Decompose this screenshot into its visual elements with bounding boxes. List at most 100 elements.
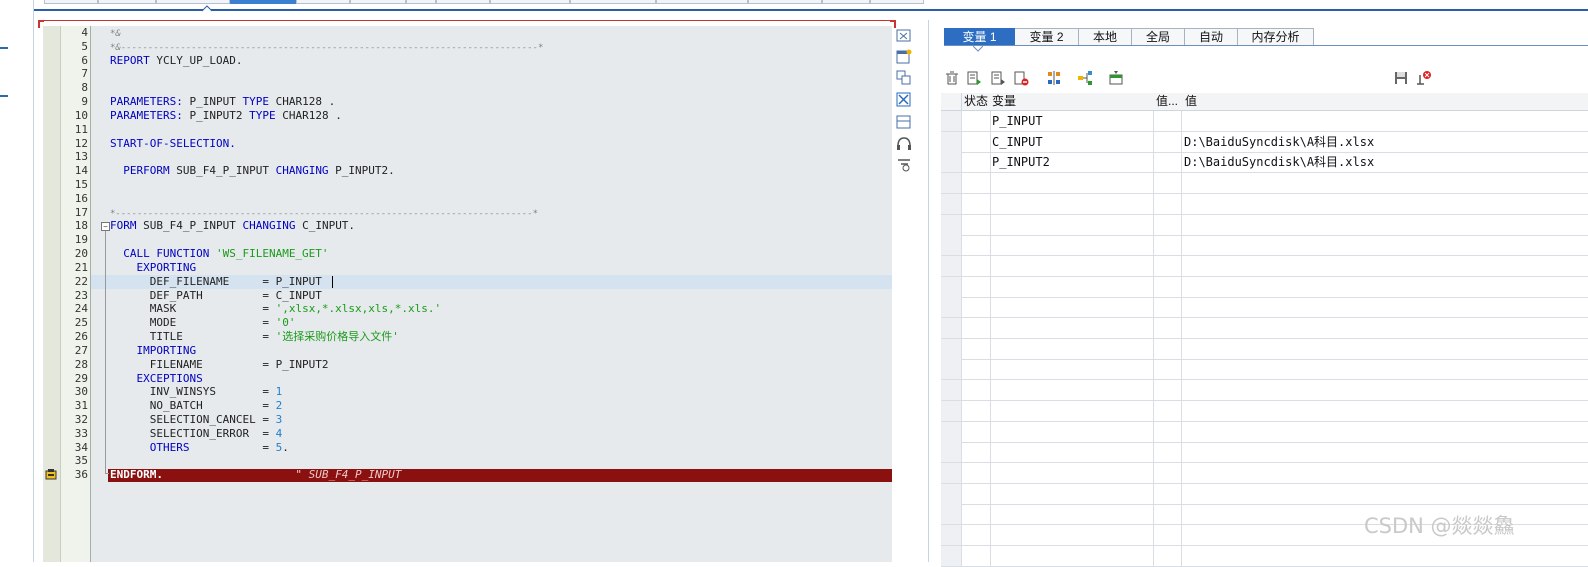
code-line[interactable]: PARAMETERS: P_INPUT TYPE CHAR128 . <box>110 95 335 109</box>
table-row[interactable]: P_INPUT <box>941 111 1588 132</box>
reset-icon[interactable] <box>1416 70 1432 86</box>
variable-cell[interactable] <box>991 215 1154 236</box>
code-line[interactable]: INV_WINSYS = 1 <box>110 385 282 399</box>
code-line[interactable]: PARAMETERS: P_INPUT2 TYPE CHAR128 . <box>110 109 342 123</box>
column-header-value-type[interactable]: 值... <box>1154 93 1184 111</box>
variable-cell[interactable] <box>991 173 1154 194</box>
code-line[interactable]: MODE = '0' <box>110 316 296 330</box>
doc-tab[interactable] <box>490 0 570 4</box>
column-header-variable[interactable]: 变量 <box>991 93 1155 111</box>
doc-tab[interactable] <box>870 0 924 4</box>
tab-global[interactable]: 全局 <box>1132 28 1185 46</box>
delete-icon[interactable] <box>944 70 960 86</box>
variable-cell[interactable] <box>991 194 1154 215</box>
doc-tab[interactable] <box>98 0 156 4</box>
variable-cell[interactable] <box>991 318 1154 339</box>
table-row[interactable]: P_INPUT2 D:\BaiduSyncdisk\A科目.xlsx <box>941 152 1588 173</box>
doc-tab[interactable] <box>406 0 436 4</box>
tree-icon[interactable] <box>1077 70 1093 86</box>
crossed-box-icon[interactable] <box>896 92 912 108</box>
tab-variables-2[interactable]: 变量 2 <box>1015 28 1079 46</box>
doc-tab[interactable] <box>44 0 98 4</box>
table-row[interactable] <box>941 173 1588 194</box>
doc-tab[interactable] <box>436 0 490 4</box>
doc-tab[interactable] <box>296 0 350 4</box>
code-line[interactable]: NO_BATCH = 2 <box>110 399 282 413</box>
table-row[interactable] <box>941 442 1588 463</box>
table-row[interactable] <box>941 401 1588 422</box>
variable-cell[interactable] <box>991 235 1154 256</box>
code-line[interactable]: EXCEPTIONS <box>110 372 202 386</box>
code-line[interactable]: CALL FUNCTION 'WS_FILENAME_GET' <box>110 247 328 261</box>
code-line[interactable]: *&--------------------------------------… <box>110 40 543 54</box>
variable-cell[interactable]: P_INPUT2 <box>991 152 1154 173</box>
doc-tab-active[interactable] <box>230 0 296 4</box>
table-row[interactable] <box>941 422 1588 443</box>
headset-icon[interactable] <box>896 136 912 152</box>
display-list-icon[interactable] <box>990 70 1006 86</box>
doc-tab[interactable] <box>656 0 748 4</box>
code-line[interactable]: *---------------------------------------… <box>110 206 538 220</box>
variable-cell[interactable] <box>991 504 1154 525</box>
variable-cell[interactable] <box>991 297 1154 318</box>
export-icon[interactable] <box>1108 70 1124 86</box>
variable-cell[interactable] <box>991 484 1154 505</box>
tab-memory-analysis[interactable]: 内存分析 <box>1238 28 1314 46</box>
variable-cell[interactable] <box>991 525 1154 546</box>
code-line[interactable]: TITLE = '选择采购价格导入文件' <box>110 330 399 344</box>
variable-cell[interactable] <box>991 463 1154 484</box>
code-line[interactable]: EXPORTING <box>110 261 196 275</box>
new-window-icon[interactable] <box>896 49 912 65</box>
code-line[interactable]: PERFORM SUB_F4_P_INPUT CHANGING P_INPUT2… <box>110 164 395 178</box>
variable-cell[interactable] <box>991 359 1154 380</box>
tab-variables-1[interactable]: 变量 1 <box>944 28 1015 46</box>
fold-toggle-icon[interactable]: − <box>101 222 110 231</box>
doc-tab[interactable] <box>748 0 822 4</box>
table-row[interactable] <box>941 235 1588 256</box>
variable-cell[interactable] <box>991 256 1154 277</box>
code-line[interactable]: ENDFORM. " SUB_F4_P_INPUT <box>110 468 401 482</box>
display-icon[interactable] <box>966 70 982 86</box>
table-row[interactable] <box>941 277 1588 298</box>
variable-cell[interactable] <box>991 546 1154 567</box>
code-line[interactable]: SELECTION_CANCEL = 3 <box>110 413 282 427</box>
table-row[interactable] <box>941 194 1588 215</box>
column-header-status[interactable]: 状态 <box>962 93 993 111</box>
code-line[interactable]: *& <box>110 26 121 40</box>
table-row[interactable] <box>941 256 1588 277</box>
variable-cell[interactable] <box>991 442 1154 463</box>
table-row[interactable] <box>941 359 1588 380</box>
code-line[interactable]: FILENAME = P_INPUT2 <box>110 358 329 372</box>
save-icon[interactable] <box>1393 70 1409 86</box>
tab-auto[interactable]: 自动 <box>1185 28 1238 46</box>
variable-cell[interactable] <box>991 422 1154 443</box>
code-line[interactable]: OTHERS = 5. <box>110 441 289 455</box>
variable-cell[interactable] <box>991 380 1154 401</box>
code-line[interactable]: START-OF-SELECTION. <box>110 137 236 151</box>
table-row[interactable] <box>941 484 1588 505</box>
code-line[interactable]: IMPORTING <box>110 344 196 358</box>
table-row[interactable] <box>941 339 1588 360</box>
column-header-value[interactable]: 值 <box>1182 93 1588 111</box>
sort-icon[interactable] <box>1046 70 1062 86</box>
current-statement-icon[interactable] <box>45 469 58 481</box>
code-line[interactable]: DEF_FILENAME = P_INPUT <box>110 275 322 289</box>
code-line[interactable]: MASK = ',xlsx,*.xlsx,xls,*.xls.' <box>110 302 441 316</box>
doc-tab[interactable] <box>822 0 870 4</box>
doc-tab[interactable] <box>156 0 230 4</box>
table-row[interactable] <box>941 546 1588 567</box>
table-row[interactable] <box>941 215 1588 236</box>
code-line[interactable]: REPORT YCLY_UP_LOAD. <box>110 54 242 68</box>
variable-cell[interactable] <box>991 277 1154 298</box>
variable-cell[interactable]: C_INPUT <box>991 132 1154 153</box>
variable-cell[interactable] <box>991 339 1154 360</box>
variable-cell[interactable] <box>991 401 1154 422</box>
remove-icon[interactable] <box>1013 70 1029 86</box>
code-line[interactable]: FORM SUB_F4_P_INPUT CHANGING C_INPUT. <box>110 219 355 233</box>
code-line[interactable]: DEF_PATH = C_INPUT <box>110 289 322 303</box>
settings-icon[interactable] <box>896 156 912 172</box>
copy-icon[interactable] <box>896 70 912 86</box>
variable-cell[interactable]: P_INPUT <box>991 111 1154 132</box>
table-row[interactable]: C_INPUT D:\BaiduSyncdisk\A科目.xlsx <box>941 132 1588 153</box>
tab-local[interactable]: 本地 <box>1079 28 1132 46</box>
